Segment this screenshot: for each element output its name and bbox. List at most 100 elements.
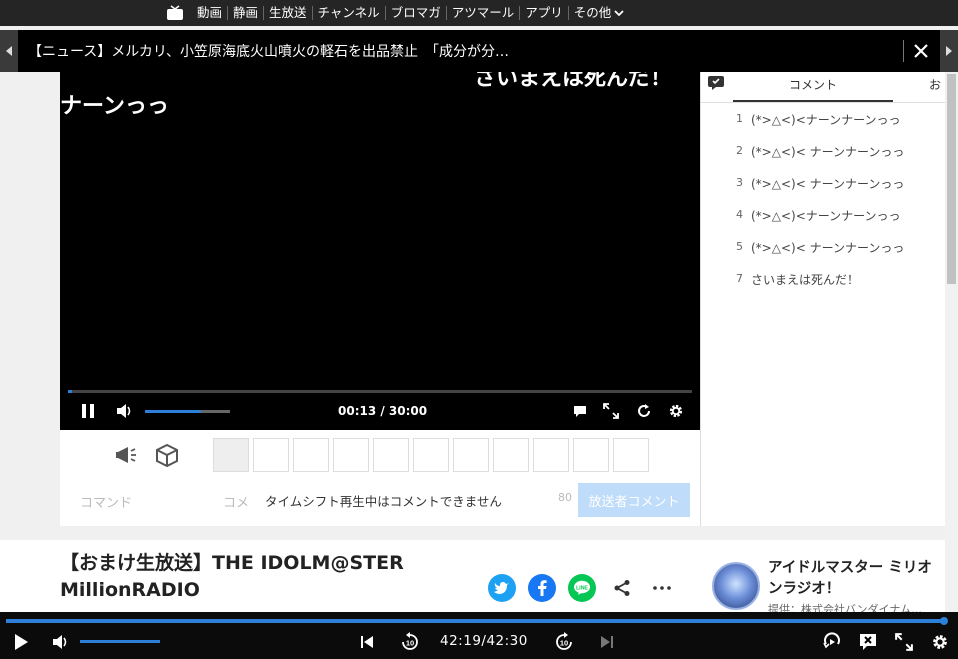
volume-icon bbox=[53, 635, 67, 649]
top-navigation: 動画 静画 生放送 チャンネル ブロマガ アツマール アプリ その他 bbox=[0, 0, 958, 26]
comment-number: 7 bbox=[736, 272, 743, 285]
ellipsis-icon bbox=[653, 586, 671, 590]
more-options-button[interactable] bbox=[648, 574, 676, 602]
comment-off-button[interactable] bbox=[856, 630, 880, 654]
gift-slot[interactable] bbox=[293, 438, 329, 472]
nav-blomaga[interactable]: ブロマガ bbox=[384, 6, 446, 20]
player-volume-slider[interactable] bbox=[145, 410, 230, 413]
comment-row[interactable]: 4 (*>△<)<ナーンナーンっっ bbox=[701, 199, 946, 231]
comment-number: 5 bbox=[736, 240, 743, 253]
player-seek-fill bbox=[68, 390, 73, 393]
comment-panel: コメント お 1 (*>△<)<ナーンナーンっっ 2 (*>△<)< ナーンナーンっ… bbox=[700, 72, 946, 526]
bottom-volume-slider[interactable] bbox=[80, 640, 160, 643]
chevron-down-icon bbox=[614, 10, 624, 17]
comment-row[interactable]: 1 (*>△<)<ナーンナーンっっ bbox=[701, 103, 946, 135]
tab-comment[interactable]: コメント bbox=[733, 76, 893, 93]
comment-panel-icon[interactable] bbox=[707, 75, 725, 91]
svg-text:10: 10 bbox=[406, 639, 414, 648]
gift-slot[interactable] bbox=[573, 438, 609, 472]
news-headline[interactable]: 【ニュース】メルカリ、小笠原海底火山噴火の軽石を出品禁止 「成分が分… bbox=[28, 41, 509, 61]
caret-left-icon bbox=[6, 46, 12, 56]
player-settings-button[interactable] bbox=[665, 400, 687, 422]
gift-slot[interactable] bbox=[533, 438, 569, 472]
fullscreen-button[interactable] bbox=[600, 400, 622, 422]
gift-box-icon[interactable] bbox=[154, 442, 180, 468]
volume-icon bbox=[117, 404, 131, 418]
play-icon bbox=[15, 634, 28, 650]
player-time: 00:13 / 30:00 bbox=[338, 404, 428, 418]
comment-off-icon bbox=[860, 634, 876, 650]
news-next-button[interactable] bbox=[940, 30, 958, 72]
comment-row[interactable]: 7 さいまえは死んだ！ bbox=[701, 263, 946, 295]
forward-10-icon: 10 bbox=[556, 632, 572, 650]
bottom-time: 42:19/42:30 bbox=[440, 633, 528, 649]
forward-10-button[interactable]: 10 bbox=[552, 630, 576, 654]
share-button[interactable] bbox=[608, 574, 636, 602]
bottom-seek-knob[interactable] bbox=[940, 617, 949, 625]
nav-atsumaru[interactable]: アツマール bbox=[445, 6, 520, 20]
facebook-share-button[interactable] bbox=[528, 574, 556, 602]
nav-more[interactable]: その他 bbox=[567, 6, 630, 20]
comment-toggle-button[interactable] bbox=[569, 400, 591, 422]
rewind-10-button[interactable]: 10 bbox=[398, 630, 422, 654]
nav-channel[interactable]: チャンネル bbox=[311, 6, 385, 20]
gift-slot[interactable] bbox=[413, 438, 449, 472]
expand-icon bbox=[603, 403, 619, 419]
gift-slot[interactable] bbox=[493, 438, 529, 472]
gift-slot[interactable] bbox=[253, 438, 289, 472]
broadcaster-comment-button[interactable]: 放送者コメント bbox=[578, 483, 690, 517]
news-close-button[interactable] bbox=[910, 40, 932, 62]
channel-name[interactable]: アイドルマスター ミリオンラジオ！ bbox=[768, 558, 940, 600]
channel-avatar[interactable] bbox=[712, 562, 760, 610]
mute-button[interactable] bbox=[114, 400, 136, 422]
gear-icon bbox=[669, 404, 683, 418]
gift-slot[interactable] bbox=[333, 438, 369, 472]
playback-speed-button[interactable] bbox=[820, 630, 844, 654]
expand-icon bbox=[895, 633, 913, 651]
page-scrollbar[interactable] bbox=[945, 72, 958, 612]
gift-slot[interactable] bbox=[373, 438, 409, 472]
reload-button[interactable] bbox=[633, 400, 655, 422]
comment-row[interactable]: 5 (*>△<)< ナーンナーンっっ bbox=[701, 231, 946, 263]
player-controls: 00:13 / 30:00 bbox=[60, 384, 700, 430]
news-ticker: 【ニュース】メルカリ、小笠原海底火山噴火の軽石を出品禁止 「成分が分… bbox=[0, 30, 958, 72]
pause-button[interactable] bbox=[77, 400, 99, 422]
play-button[interactable] bbox=[9, 630, 33, 654]
gift-slot[interactable] bbox=[213, 438, 249, 472]
nav-live[interactable]: 生放送 bbox=[263, 6, 312, 20]
video-player[interactable]: ナーンっっ さいまえは死んだ！ 00:13 / 30:00 bbox=[60, 72, 700, 430]
comment-number: 2 bbox=[736, 144, 743, 157]
player-seek-bar[interactable] bbox=[68, 390, 692, 393]
bottom-settings-button[interactable] bbox=[928, 630, 952, 654]
share-icon bbox=[614, 580, 630, 596]
nav-app[interactable]: アプリ bbox=[519, 6, 568, 20]
bottom-fullscreen-button[interactable] bbox=[892, 630, 916, 654]
comment-row[interactable]: 3 (*>△<)< ナーンナーンっっ bbox=[701, 167, 946, 199]
player-volume-fill bbox=[145, 410, 202, 413]
nav-video[interactable]: 動画 bbox=[192, 6, 227, 20]
comment-panel-tabs: コメント お bbox=[701, 72, 946, 103]
command-input[interactable]: コマンド bbox=[68, 484, 208, 518]
skip-to-start-button[interactable] bbox=[355, 630, 379, 654]
megaphone-icon[interactable] bbox=[114, 442, 140, 468]
gift-slot[interactable] bbox=[613, 438, 649, 472]
gift-slot[interactable] bbox=[453, 438, 489, 472]
comment-text: (*>△<)< ナーンナーンっっ bbox=[751, 241, 905, 255]
line-icon: LINE bbox=[574, 580, 590, 595]
line-share-button[interactable]: LINE bbox=[568, 574, 596, 602]
news-prev-button[interactable] bbox=[0, 30, 18, 72]
svg-text:10: 10 bbox=[560, 639, 568, 648]
reload-icon bbox=[638, 404, 650, 417]
skip-to-end-button[interactable] bbox=[595, 630, 619, 654]
timeshift-notice: タイムシフト再生中はコメントできません bbox=[265, 494, 502, 509]
bottom-player-bar: 10 42:19/42:30 10 bbox=[0, 612, 958, 659]
twitter-share-button[interactable] bbox=[488, 574, 516, 602]
bottom-mute-button[interactable] bbox=[49, 630, 73, 654]
niconico-tv-icon[interactable] bbox=[166, 5, 184, 21]
bottom-seek-bar[interactable] bbox=[6, 617, 949, 625]
page-scrollbar-thumb[interactable] bbox=[947, 74, 956, 284]
comment-row[interactable]: 2 (*>△<)< ナーンナーンっっ bbox=[701, 135, 946, 167]
flow-comment: さいまえは死んだ！ bbox=[474, 72, 673, 91]
nav-seiga[interactable]: 静画 bbox=[227, 6, 263, 20]
tab-other[interactable]: お bbox=[929, 76, 941, 93]
